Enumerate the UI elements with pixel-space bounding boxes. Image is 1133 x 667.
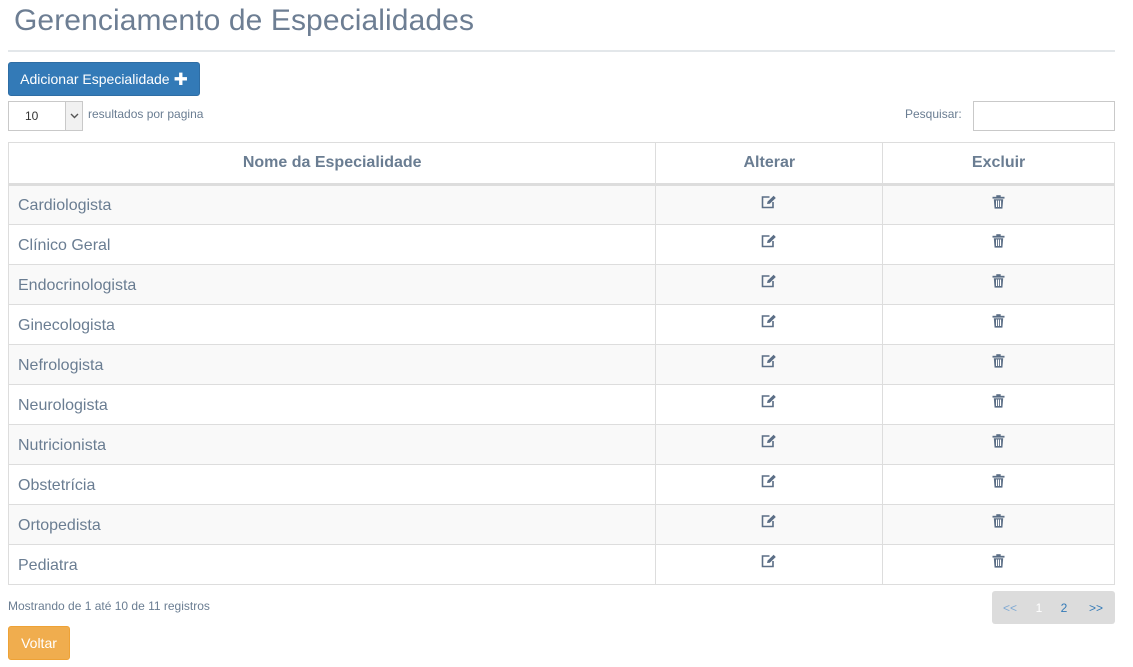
table-row: Nutricionista	[7, 424, 1115, 465]
edit-icon[interactable]	[761, 274, 777, 292]
trash-icon[interactable]	[992, 354, 1005, 372]
table-row: Ginecologista	[7, 304, 1115, 345]
edit-icon[interactable]	[761, 195, 777, 213]
table-row: Endocrinologista	[7, 264, 1115, 305]
table-row: Pediatra	[7, 544, 1115, 585]
delete-cell	[882, 304, 1115, 345]
pagination-prev[interactable]: <<	[992, 601, 1028, 615]
delete-cell	[882, 344, 1115, 385]
edit-icon[interactable]	[761, 554, 777, 572]
edit-icon[interactable]	[761, 434, 777, 452]
trash-icon[interactable]	[992, 234, 1005, 252]
edit-cell	[655, 504, 884, 545]
table-row: Ortopedista	[7, 504, 1115, 545]
table-row: Obstetrícia	[7, 464, 1115, 505]
specialty-name: Neurologista	[7, 384, 657, 425]
edit-cell	[655, 544, 884, 585]
plus-icon: ✚	[173, 69, 188, 89]
trash-icon[interactable]	[992, 514, 1005, 532]
edit-cell	[655, 424, 884, 465]
pagination-next[interactable]: >>	[1078, 601, 1114, 615]
trash-icon[interactable]	[992, 474, 1005, 492]
table-row: Clínico Geral	[7, 224, 1115, 265]
specialties-table: Nome da Especialidade Alterar Excluir Ca…	[7, 142, 1115, 585]
specialty-name: Ortopedista	[7, 504, 657, 545]
trash-icon[interactable]	[992, 274, 1005, 292]
delete-cell	[882, 384, 1115, 425]
trash-icon[interactable]	[992, 314, 1005, 332]
specialty-name: Cardiologista	[7, 184, 657, 225]
table-row: Cardiologista	[7, 184, 1115, 225]
trash-icon[interactable]	[992, 394, 1005, 412]
specialty-name: Ginecologista	[7, 304, 657, 345]
delete-cell	[882, 504, 1115, 545]
specialty-name: Obstetrícia	[7, 464, 657, 505]
specialty-name: Endocrinologista	[7, 264, 657, 305]
page-length-label: resultados por pagina	[88, 107, 204, 121]
specialty-name: Nutricionista	[7, 424, 657, 465]
table-body: Cardiologista Clínico Geral Endocrinolog…	[7, 184, 1115, 585]
add-specialty-button[interactable]: Adicionar Especialidade ✚	[8, 62, 200, 96]
edit-cell	[655, 304, 884, 345]
table-row: Neurologista	[7, 384, 1115, 425]
edit-icon[interactable]	[761, 394, 777, 412]
edit-icon[interactable]	[761, 474, 777, 492]
column-header-delete[interactable]: Excluir	[882, 142, 1115, 186]
edit-icon[interactable]	[761, 234, 777, 252]
specialty-name: Clínico Geral	[7, 224, 657, 265]
edit-cell	[655, 464, 884, 505]
page-length-value: 10	[25, 109, 39, 123]
pagination: << 1 2 >>	[992, 591, 1115, 624]
search-input[interactable]	[973, 101, 1115, 131]
edit-icon[interactable]	[761, 354, 777, 372]
chevron-down-icon[interactable]	[65, 102, 82, 130]
table-info: Mostrando de 1 até 10 de 11 registros	[8, 599, 210, 613]
table-row: Nefrologista	[7, 344, 1115, 385]
edit-cell	[655, 224, 884, 265]
edit-cell	[655, 264, 884, 305]
delete-cell	[882, 544, 1115, 585]
specialty-name: Pediatra	[7, 544, 657, 585]
page-title: Gerenciamento de Especialidades	[14, 4, 475, 37]
delete-cell	[882, 264, 1115, 305]
edit-cell	[655, 184, 884, 225]
edit-icon[interactable]	[761, 514, 777, 532]
back-button[interactable]: Voltar	[8, 626, 70, 660]
trash-icon[interactable]	[992, 195, 1005, 213]
edit-cell	[655, 344, 884, 385]
pagination-page-1[interactable]: 1	[1028, 601, 1050, 615]
delete-cell	[882, 184, 1115, 225]
search-label: Pesquisar:	[905, 107, 962, 121]
delete-cell	[882, 424, 1115, 465]
delete-cell	[882, 464, 1115, 505]
delete-cell	[882, 224, 1115, 265]
column-header-name[interactable]: Nome da Especialidade	[7, 142, 657, 186]
column-header-edit[interactable]: Alterar	[655, 142, 884, 186]
pagination-page-2[interactable]: 2	[1050, 601, 1078, 615]
add-specialty-label: Adicionar Especialidade	[20, 71, 170, 87]
page-length-select[interactable]: 10	[8, 101, 83, 131]
title-divider	[8, 50, 1115, 52]
trash-icon[interactable]	[992, 554, 1005, 572]
edit-cell	[655, 384, 884, 425]
edit-icon[interactable]	[761, 314, 777, 332]
specialty-name: Nefrologista	[7, 344, 657, 385]
trash-icon[interactable]	[992, 434, 1005, 452]
table-header-row: Nome da Especialidade Alterar Excluir	[7, 142, 1115, 186]
